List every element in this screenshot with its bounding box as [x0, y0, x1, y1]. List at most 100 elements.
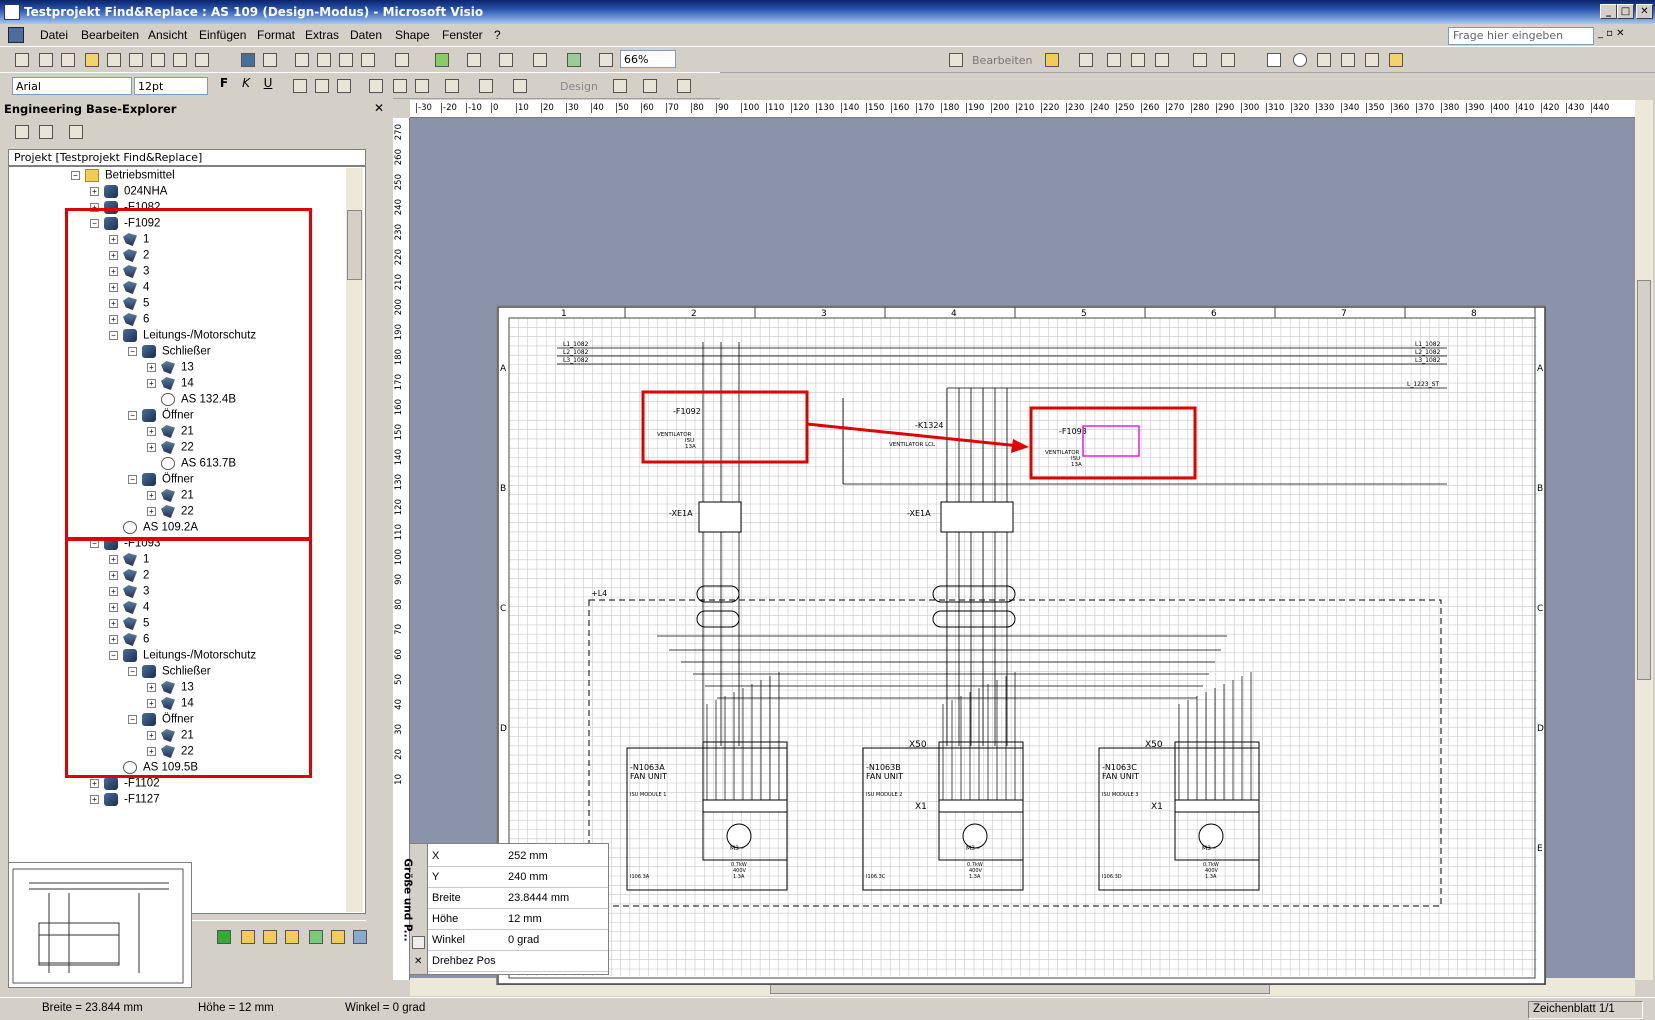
tree-node[interactable]: − Betriebsmittel: [71, 169, 175, 185]
font-select[interactable]: Arial: [12, 77, 132, 95]
edit-icon[interactable]: [946, 50, 966, 70]
structure-icon[interactable]: [58, 50, 78, 70]
maximize-button[interactable]: □: [1617, 4, 1634, 19]
align-left-icon[interactable]: [290, 76, 310, 96]
rectangle-tool-icon[interactable]: [1264, 50, 1284, 70]
bullets-icon[interactable]: [366, 76, 386, 96]
explorer-toggle-icon[interactable]: [12, 50, 32, 70]
props-close-icon[interactable]: ✕: [414, 956, 422, 967]
font-color-icon[interactable]: [442, 76, 462, 96]
undo-icon[interactable]: [392, 50, 412, 70]
menu-ansicht[interactable]: Ansicht: [148, 28, 187, 42]
tree-scrollbar[interactable]: [346, 168, 363, 912]
search-icon[interactable]: [126, 50, 146, 70]
folder2-icon[interactable]: [328, 927, 348, 947]
pin-icon[interactable]: [412, 936, 425, 949]
zoom-select[interactable]: 66%: [620, 50, 676, 68]
layers-icon[interactable]: [170, 50, 190, 70]
document-icon[interactable]: [8, 27, 24, 43]
refresh-icon[interactable]: [350, 927, 370, 947]
pointer-tool-icon[interactable]: [464, 50, 484, 70]
font-size-select[interactable]: 12pt: [134, 77, 208, 95]
prop-row-height[interactable]: Höhe 12 mm: [428, 909, 608, 930]
pan-zoom-thumbnail[interactable]: [8, 862, 192, 988]
shapes-icon[interactable]: [432, 50, 452, 70]
align-center-icon[interactable]: [312, 76, 332, 96]
expand-toggle-icon[interactable]: +: [90, 795, 99, 804]
explorer-filter-icon[interactable]: [36, 122, 56, 142]
print-icon[interactable]: [260, 50, 280, 70]
ask-question-input[interactable]: Frage hier eingeben: [1448, 27, 1594, 45]
line-pattern-icon[interactable]: [640, 76, 660, 96]
tree-node[interactable]: + -F1102: [90, 777, 160, 793]
menu-extras[interactable]: Extras: [305, 28, 339, 42]
italic-button[interactable]: K: [236, 76, 256, 96]
table-icon[interactable]: [1218, 50, 1238, 70]
menu-shape[interactable]: Shape: [395, 28, 430, 42]
menu-einfuegen[interactable]: Einfügen: [199, 28, 246, 42]
preview-icon[interactable]: [314, 50, 334, 70]
prop-row-y[interactable]: Y 240 mm: [428, 867, 608, 888]
canvas-vscrollbar[interactable]: [1635, 100, 1653, 980]
freeform-tool-icon[interactable]: [1362, 50, 1382, 70]
prop-row-width[interactable]: Breite 23.8444 mm: [428, 888, 608, 909]
gear2-icon[interactable]: [1128, 50, 1148, 70]
pan-icon[interactable]: [596, 50, 616, 70]
ellipse-tool-icon[interactable]: [1290, 50, 1310, 70]
prop-row-rotation-pin[interactable]: Drehbez Pos: [428, 951, 608, 972]
folder-icon[interactable]: [238, 927, 258, 947]
align-right-icon[interactable]: [334, 76, 354, 96]
tree-node[interactable]: + -F1127: [90, 793, 160, 809]
fill-color-icon[interactable]: [510, 76, 530, 96]
menu-datei[interactable]: Datei: [40, 28, 68, 42]
explorer-list-icon[interactable]: [66, 122, 86, 142]
expand-toggle-icon[interactable]: −: [71, 171, 80, 180]
cut-icon[interactable]: [336, 50, 356, 70]
menu-bearbeiten[interactable]: Bearbeiten: [81, 28, 139, 42]
line-weight-icon[interactable]: [610, 76, 630, 96]
design-button[interactable]: Design: [560, 80, 598, 93]
print-preview-icon[interactable]: [148, 50, 168, 70]
tags-icon[interactable]: [260, 927, 280, 947]
green-icon[interactable]: [214, 927, 234, 947]
menu-daten[interactable]: Daten: [350, 28, 382, 42]
mdi-window-controls[interactable]: _ ▫ ✕: [1598, 28, 1625, 39]
connector-tool-icon[interactable]: [496, 50, 516, 70]
pencil-tool-icon[interactable]: [1386, 50, 1406, 70]
line-ends-icon[interactable]: [674, 76, 694, 96]
open-icon[interactable]: [36, 50, 56, 70]
gear3-icon[interactable]: [1152, 50, 1172, 70]
menu-help[interactable]: ?: [494, 28, 501, 42]
text-tool-icon[interactable]: [530, 50, 550, 70]
note-icon[interactable]: [1190, 50, 1210, 70]
outdent-icon[interactable]: [412, 76, 432, 96]
drawing-page[interactable]: 12345678AABBCCDDEEL1_1082L1_1082L2_1082L…: [496, 305, 1546, 985]
line-tool-icon[interactable]: [1314, 50, 1334, 70]
arc-tool-icon[interactable]: [1338, 50, 1358, 70]
tree-node[interactable]: +024NHA: [90, 185, 167, 201]
explorer-close-icon[interactable]: ✕: [374, 101, 384, 115]
underline-button[interactable]: U: [258, 76, 278, 96]
save-icon[interactable]: [238, 50, 258, 70]
bearbeiten-dropdown[interactable]: Bearbeiten: [972, 54, 1032, 67]
prop-row-angle[interactable]: Winkel 0 grad: [428, 930, 608, 951]
bold-button[interactable]: F: [214, 76, 234, 96]
line-color-icon[interactable]: [476, 76, 496, 96]
minimize-button[interactable]: _: [1600, 4, 1617, 19]
visio-app-icon[interactable]: [4, 4, 20, 20]
menu-fenster[interactable]: Fenster: [442, 28, 483, 42]
expand-toggle-icon[interactable]: +: [90, 779, 99, 788]
menu-format[interactable]: Format: [257, 28, 295, 42]
prop-row-x[interactable]: X 252 mm: [428, 846, 608, 867]
highlight-icon[interactable]: [82, 50, 102, 70]
wire-icon[interactable]: [192, 50, 212, 70]
expand-toggle-icon[interactable]: +: [90, 187, 99, 196]
connect-icon[interactable]: [104, 50, 124, 70]
docs-icon[interactable]: [282, 927, 302, 947]
close-button[interactable]: ✕: [1636, 4, 1653, 19]
explorer-search-icon[interactable]: [12, 122, 32, 142]
indent-icon[interactable]: [390, 76, 410, 96]
print2-icon[interactable]: [292, 50, 312, 70]
folder-icon[interactable]: [1042, 50, 1062, 70]
brush-icon[interactable]: [1076, 50, 1096, 70]
